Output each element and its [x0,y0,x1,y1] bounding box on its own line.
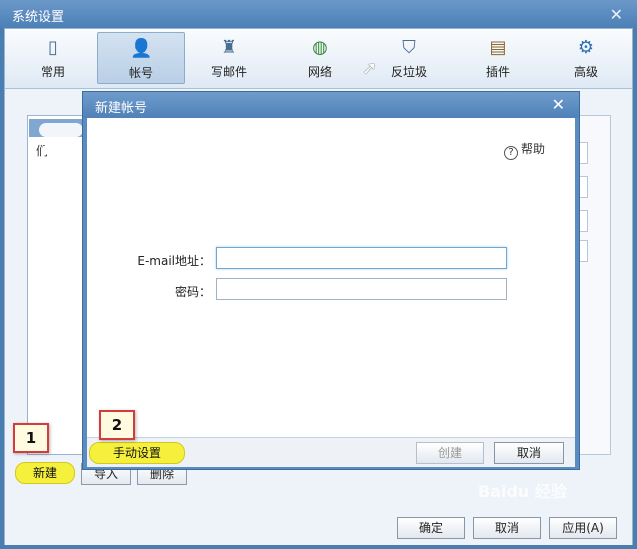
globe-icon: ◍ [312,37,328,58]
tab-plugins-label: 插件 [485,65,510,79]
dialog-body: ? 帮助 E-mail地址： 密码： [87,118,575,467]
tab-general[interactable]: ▯ 常用 [9,32,97,84]
tab-advanced-label: 高级 [573,65,598,79]
close-icon[interactable]: ✕ [552,95,565,114]
tab-account-label: 帐号 [128,66,153,80]
tab-antispam[interactable]: ⛉ 反垃圾 [365,32,453,84]
help-link[interactable]: ? 帮助 [503,140,545,160]
dialog-titlebar: 新建帐号 ✕ [83,92,579,118]
apply-button[interactable]: 应用(A) [549,517,617,539]
account-item-selected[interactable] [29,119,85,137]
tab-antispam-label: 反垃圾 [390,65,427,79]
help-label: 帮助 [520,142,545,156]
box-icon: ▤ [489,37,507,58]
email-field[interactable] [216,247,507,269]
tab-compose[interactable]: ♜ 写邮件 [185,32,273,84]
manual-setup-button[interactable]: 手动设置 [89,442,185,464]
annotation-step-1: 1 [13,423,49,453]
user-icon: 👤 [130,38,153,59]
settings-toolbar: ▯ 常用 👤 帐号 ♜ 写邮件 ◍ 网络 ⛉ 反垃圾 ▤ 插件 ⚙ 高级 [5,29,632,89]
email-label: E-mail地址： [137,254,211,268]
annotation-step-2: 2 [99,410,135,440]
password-label: 密码： [174,285,211,299]
tab-network-label: 网络 [307,65,332,79]
gear-icon: ⚙ [577,37,595,58]
blurred-account-name [39,123,83,137]
question-icon: ? [503,146,518,160]
bottom-bar: 确定 取消 应用(A) [5,509,632,545]
watermark-logo: Baidu 经验 [478,482,567,501]
device-icon: ▯ [48,37,58,58]
tab-account[interactable]: 👤 帐号 [97,32,185,84]
tab-advanced[interactable]: ⚙ 高级 [542,32,630,84]
tab-plugins[interactable]: ▤ 插件 [454,32,542,84]
tab-general-label: 常用 [40,65,65,79]
window-titlebar: 系统设置 ✕ [0,0,637,28]
close-icon[interactable]: ✕ [610,5,623,24]
tab-compose-label: 写邮件 [210,65,247,79]
dialog-title: 新建帐号 [95,101,148,116]
new-account-dialog: 新建帐号 ✕ ? 帮助 E-mail地址： 密码： 创建 取消 手动设置 2 [82,91,580,470]
shield-icon: ⛉ [402,37,416,58]
password-field[interactable] [216,278,507,300]
settings-window: 系统设置 ✕ ▯ 常用 👤 帐号 ♜ 写邮件 ◍ 网络 ⛉ 反垃圾 ▤ 插件 ⚙… [0,0,637,549]
tab-network[interactable]: ◍ 网络 [276,32,364,84]
blurred-account-name [44,142,82,156]
cancel-button[interactable]: 取消 [473,517,541,539]
new-account-button[interactable]: 新建 [15,462,75,484]
create-button[interactable]: 创建 [416,442,484,464]
stamp-icon: ♜ [220,37,238,58]
mouse-cursor-icon: ➚ [362,58,378,79]
ok-button[interactable]: 确定 [397,517,465,539]
dialog-cancel-button[interactable]: 取消 [494,442,564,464]
window-title: 系统设置 [12,10,65,25]
account-list[interactable]: 们 [27,115,87,455]
